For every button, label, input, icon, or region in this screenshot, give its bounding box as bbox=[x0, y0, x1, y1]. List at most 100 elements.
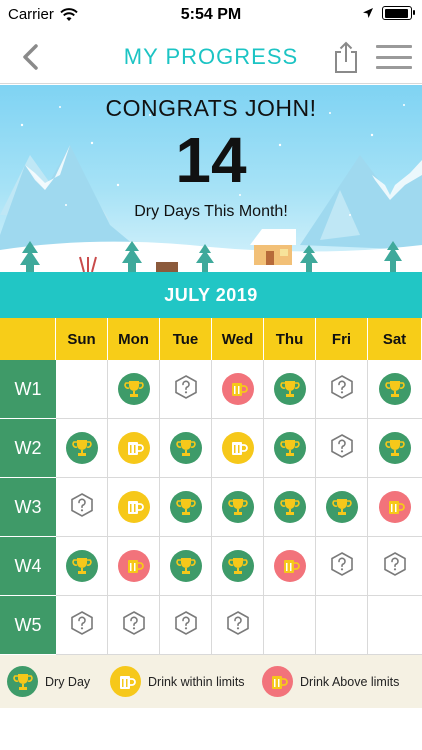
weekday-header: Tue bbox=[160, 318, 212, 360]
trophy-icon bbox=[169, 432, 202, 464]
day-cell[interactable] bbox=[108, 419, 160, 478]
beer-mug-icon bbox=[117, 550, 150, 582]
day-cell[interactable] bbox=[108, 360, 160, 419]
day-cell[interactable] bbox=[212, 360, 264, 419]
trophy-icon bbox=[273, 373, 306, 405]
menu-button[interactable] bbox=[376, 43, 412, 71]
day-cell[interactable] bbox=[264, 360, 316, 419]
day-cell[interactable] bbox=[160, 419, 212, 478]
trophy-icon bbox=[273, 491, 306, 523]
week-label: W5 bbox=[0, 596, 56, 655]
day-cell[interactable] bbox=[368, 478, 422, 537]
weekday-header: Sun bbox=[56, 318, 108, 360]
day-cell[interactable] bbox=[108, 537, 160, 596]
beer-mug-icon bbox=[221, 432, 254, 464]
legend-item-dry: Dry Day bbox=[7, 666, 90, 697]
day-cell bbox=[56, 360, 108, 419]
week-row: W1 bbox=[0, 360, 422, 419]
hamburger-icon-line bbox=[376, 55, 412, 59]
day-cell bbox=[368, 596, 422, 655]
day-cell[interactable] bbox=[212, 596, 264, 655]
weekday-header: Thu bbox=[264, 318, 316, 360]
day-cell[interactable] bbox=[316, 360, 368, 419]
share-icon bbox=[335, 41, 357, 73]
day-cell[interactable] bbox=[56, 419, 108, 478]
question-hexagon-icon bbox=[121, 610, 147, 641]
congrats-heading: CONGRATS JOHN! bbox=[105, 95, 317, 121]
day-cell bbox=[316, 596, 368, 655]
beer-mug-icon bbox=[379, 491, 411, 523]
day-cell[interactable] bbox=[316, 419, 368, 478]
weekday-header: Fri bbox=[316, 318, 368, 360]
question-hexagon-icon bbox=[329, 551, 355, 582]
week-label: W2 bbox=[0, 419, 56, 478]
legend-item-within: Drink within limits bbox=[110, 666, 245, 697]
question-hexagon-icon bbox=[382, 551, 408, 582]
question-hexagon-icon bbox=[69, 492, 95, 523]
location-arrow-icon bbox=[363, 8, 373, 18]
beer-mug-icon bbox=[117, 432, 150, 464]
calendar-grid: Sun Mon Tue Wed Thu Fri Sat W1 W2 W3 W4 W5 bbox=[0, 318, 422, 655]
trophy-icon bbox=[379, 432, 411, 464]
day-cell[interactable] bbox=[368, 537, 422, 596]
day-cell[interactable] bbox=[160, 478, 212, 537]
trophy-icon bbox=[65, 550, 98, 582]
trophy-icon bbox=[117, 373, 150, 405]
hero-banner: CONGRATS JOHN! 14 Dry Days This Month! bbox=[0, 85, 422, 272]
calendar-corner bbox=[0, 318, 56, 360]
week-label: W4 bbox=[0, 537, 56, 596]
hamburger-icon-line bbox=[376, 66, 412, 69]
day-cell[interactable] bbox=[264, 419, 316, 478]
weekday-header: Sat bbox=[368, 318, 422, 360]
week-row: W4 bbox=[0, 537, 422, 596]
beer-mug-icon bbox=[262, 666, 293, 697]
navigation-bar: MY PROGRESS bbox=[0, 30, 422, 84]
trophy-icon bbox=[7, 666, 38, 697]
question-hexagon-icon bbox=[329, 433, 355, 464]
beer-mug-icon bbox=[110, 666, 141, 697]
share-button[interactable] bbox=[332, 40, 360, 74]
day-cell[interactable] bbox=[108, 478, 160, 537]
trophy-icon bbox=[221, 491, 254, 523]
day-cell[interactable] bbox=[160, 537, 212, 596]
week-label: W3 bbox=[0, 478, 56, 537]
month-header: JULY 2019 bbox=[0, 272, 422, 318]
beer-mug-icon bbox=[221, 373, 254, 405]
day-cell[interactable] bbox=[264, 478, 316, 537]
legend-label-dry: Dry Day bbox=[45, 674, 91, 689]
day-cell[interactable] bbox=[316, 478, 368, 537]
day-cell[interactable] bbox=[212, 419, 264, 478]
legend-label-above: Drink Above limits bbox=[300, 674, 400, 689]
week-row: W2 bbox=[0, 419, 422, 478]
day-cell[interactable] bbox=[160, 360, 212, 419]
hamburger-icon-line bbox=[376, 45, 412, 48]
week-label: W1 bbox=[0, 360, 56, 419]
day-cell[interactable] bbox=[56, 596, 108, 655]
trophy-icon bbox=[273, 432, 306, 464]
day-cell[interactable] bbox=[160, 596, 212, 655]
day-cell[interactable] bbox=[212, 537, 264, 596]
day-cell[interactable] bbox=[368, 419, 422, 478]
day-cell[interactable] bbox=[368, 360, 422, 419]
day-cell[interactable] bbox=[108, 596, 160, 655]
trophy-icon bbox=[221, 550, 254, 582]
day-cell[interactable] bbox=[316, 537, 368, 596]
day-cell[interactable] bbox=[264, 537, 316, 596]
bottom-spacer bbox=[0, 708, 422, 750]
trophy-icon bbox=[65, 432, 98, 464]
week-row: W3 bbox=[0, 478, 422, 537]
dry-days-count: 14 bbox=[175, 124, 247, 196]
legend-item-above: Drink Above limits bbox=[262, 666, 399, 697]
status-right bbox=[362, 6, 415, 20]
dry-days-subtitle: Dry Days This Month! bbox=[134, 203, 288, 220]
trophy-icon bbox=[169, 550, 202, 582]
day-cell[interactable] bbox=[56, 537, 108, 596]
weekday-header-row: Sun Mon Tue Wed Thu Fri Sat bbox=[0, 318, 422, 360]
weekday-header: Wed bbox=[212, 318, 264, 360]
trophy-icon bbox=[169, 491, 202, 523]
day-cell[interactable] bbox=[212, 478, 264, 537]
day-cell[interactable] bbox=[56, 478, 108, 537]
weekday-header: Mon bbox=[108, 318, 160, 360]
day-cell bbox=[264, 596, 316, 655]
question-hexagon-icon bbox=[225, 610, 251, 641]
